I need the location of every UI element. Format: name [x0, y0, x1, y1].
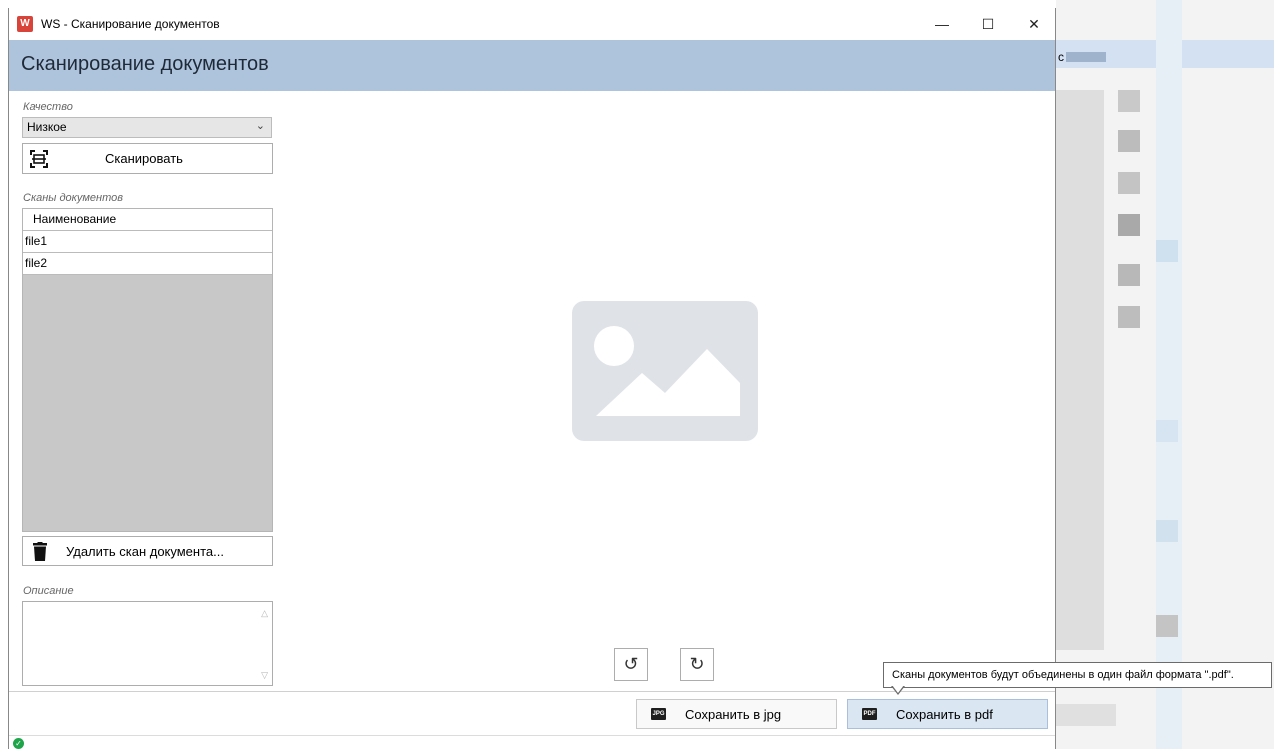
scans-list[interactable]: Наименование file1 file2: [22, 208, 273, 532]
save-jpg-button[interactable]: JPG Сохранить в jpg: [636, 699, 837, 729]
quality-selected-value: Низкое: [27, 120, 67, 134]
scroll-down-icon[interactable]: ▽: [261, 670, 268, 681]
page-header: Сканирование документов: [9, 40, 1055, 91]
tooltip-tail-inner: [892, 685, 904, 693]
maximize-button[interactable]: ☐: [965, 8, 1011, 40]
background-window: c: [1056, 0, 1274, 749]
scan-documents-window: W WS - Сканирование документов — ☐ ✕ Ска…: [8, 8, 1056, 750]
rotate-left-button[interactable]: ↺: [614, 648, 648, 681]
scan-button-label: Сканировать: [105, 151, 183, 166]
list-item[interactable]: file2: [23, 253, 272, 275]
scanner-icon: [30, 150, 48, 168]
image-placeholder-icon: [572, 301, 758, 441]
window-title: WS - Сканирование документов: [41, 17, 220, 31]
description-textarea[interactable]: △ ▽: [22, 601, 273, 686]
quality-label: Качество: [23, 101, 73, 113]
title-bar: W WS - Сканирование документов — ☐ ✕: [9, 8, 1055, 40]
jpg-icon: JPG: [651, 708, 666, 720]
rotate-right-icon: ↻: [689, 654, 705, 674]
page-title: Сканирование документов: [21, 53, 269, 75]
delete-scan-button[interactable]: Удалить скан документа...: [22, 536, 273, 566]
checkmark-icon: ✓: [13, 738, 24, 749]
minimize-button[interactable]: —: [919, 8, 965, 40]
scans-label: Сканы документов: [23, 192, 123, 204]
trash-icon: [33, 542, 47, 561]
list-item[interactable]: file1: [23, 231, 272, 253]
tooltip-text: Сканы документов будут объединены в один…: [892, 669, 1234, 681]
delete-scan-button-label: Удалить скан документа...: [66, 544, 224, 559]
save-pdf-button-label: Сохранить в pdf: [896, 707, 993, 722]
scan-button[interactable]: Сканировать: [22, 143, 273, 174]
save-jpg-button-label: Сохранить в jpg: [685, 707, 782, 722]
chevron-down-icon: ⌄: [255, 120, 265, 132]
rotate-left-icon: ↺: [623, 654, 639, 674]
description-label: Описание: [23, 585, 74, 597]
pdf-icon: PDF: [862, 708, 877, 720]
status-bar: ✓: [9, 735, 1055, 750]
scroll-up-icon[interactable]: △: [261, 608, 268, 619]
app-icon: W: [17, 16, 33, 32]
save-pdf-tooltip: Сканы документов будут объединены в один…: [883, 662, 1272, 688]
rotate-right-button[interactable]: ↻: [680, 648, 714, 681]
save-pdf-button[interactable]: PDF Сохранить в pdf: [847, 699, 1048, 729]
background-partial-text: c: [1058, 50, 1064, 64]
close-button[interactable]: ✕: [1011, 8, 1057, 40]
quality-select[interactable]: Низкое ⌄: [22, 117, 272, 138]
column-header-name[interactable]: Наименование: [23, 209, 272, 231]
